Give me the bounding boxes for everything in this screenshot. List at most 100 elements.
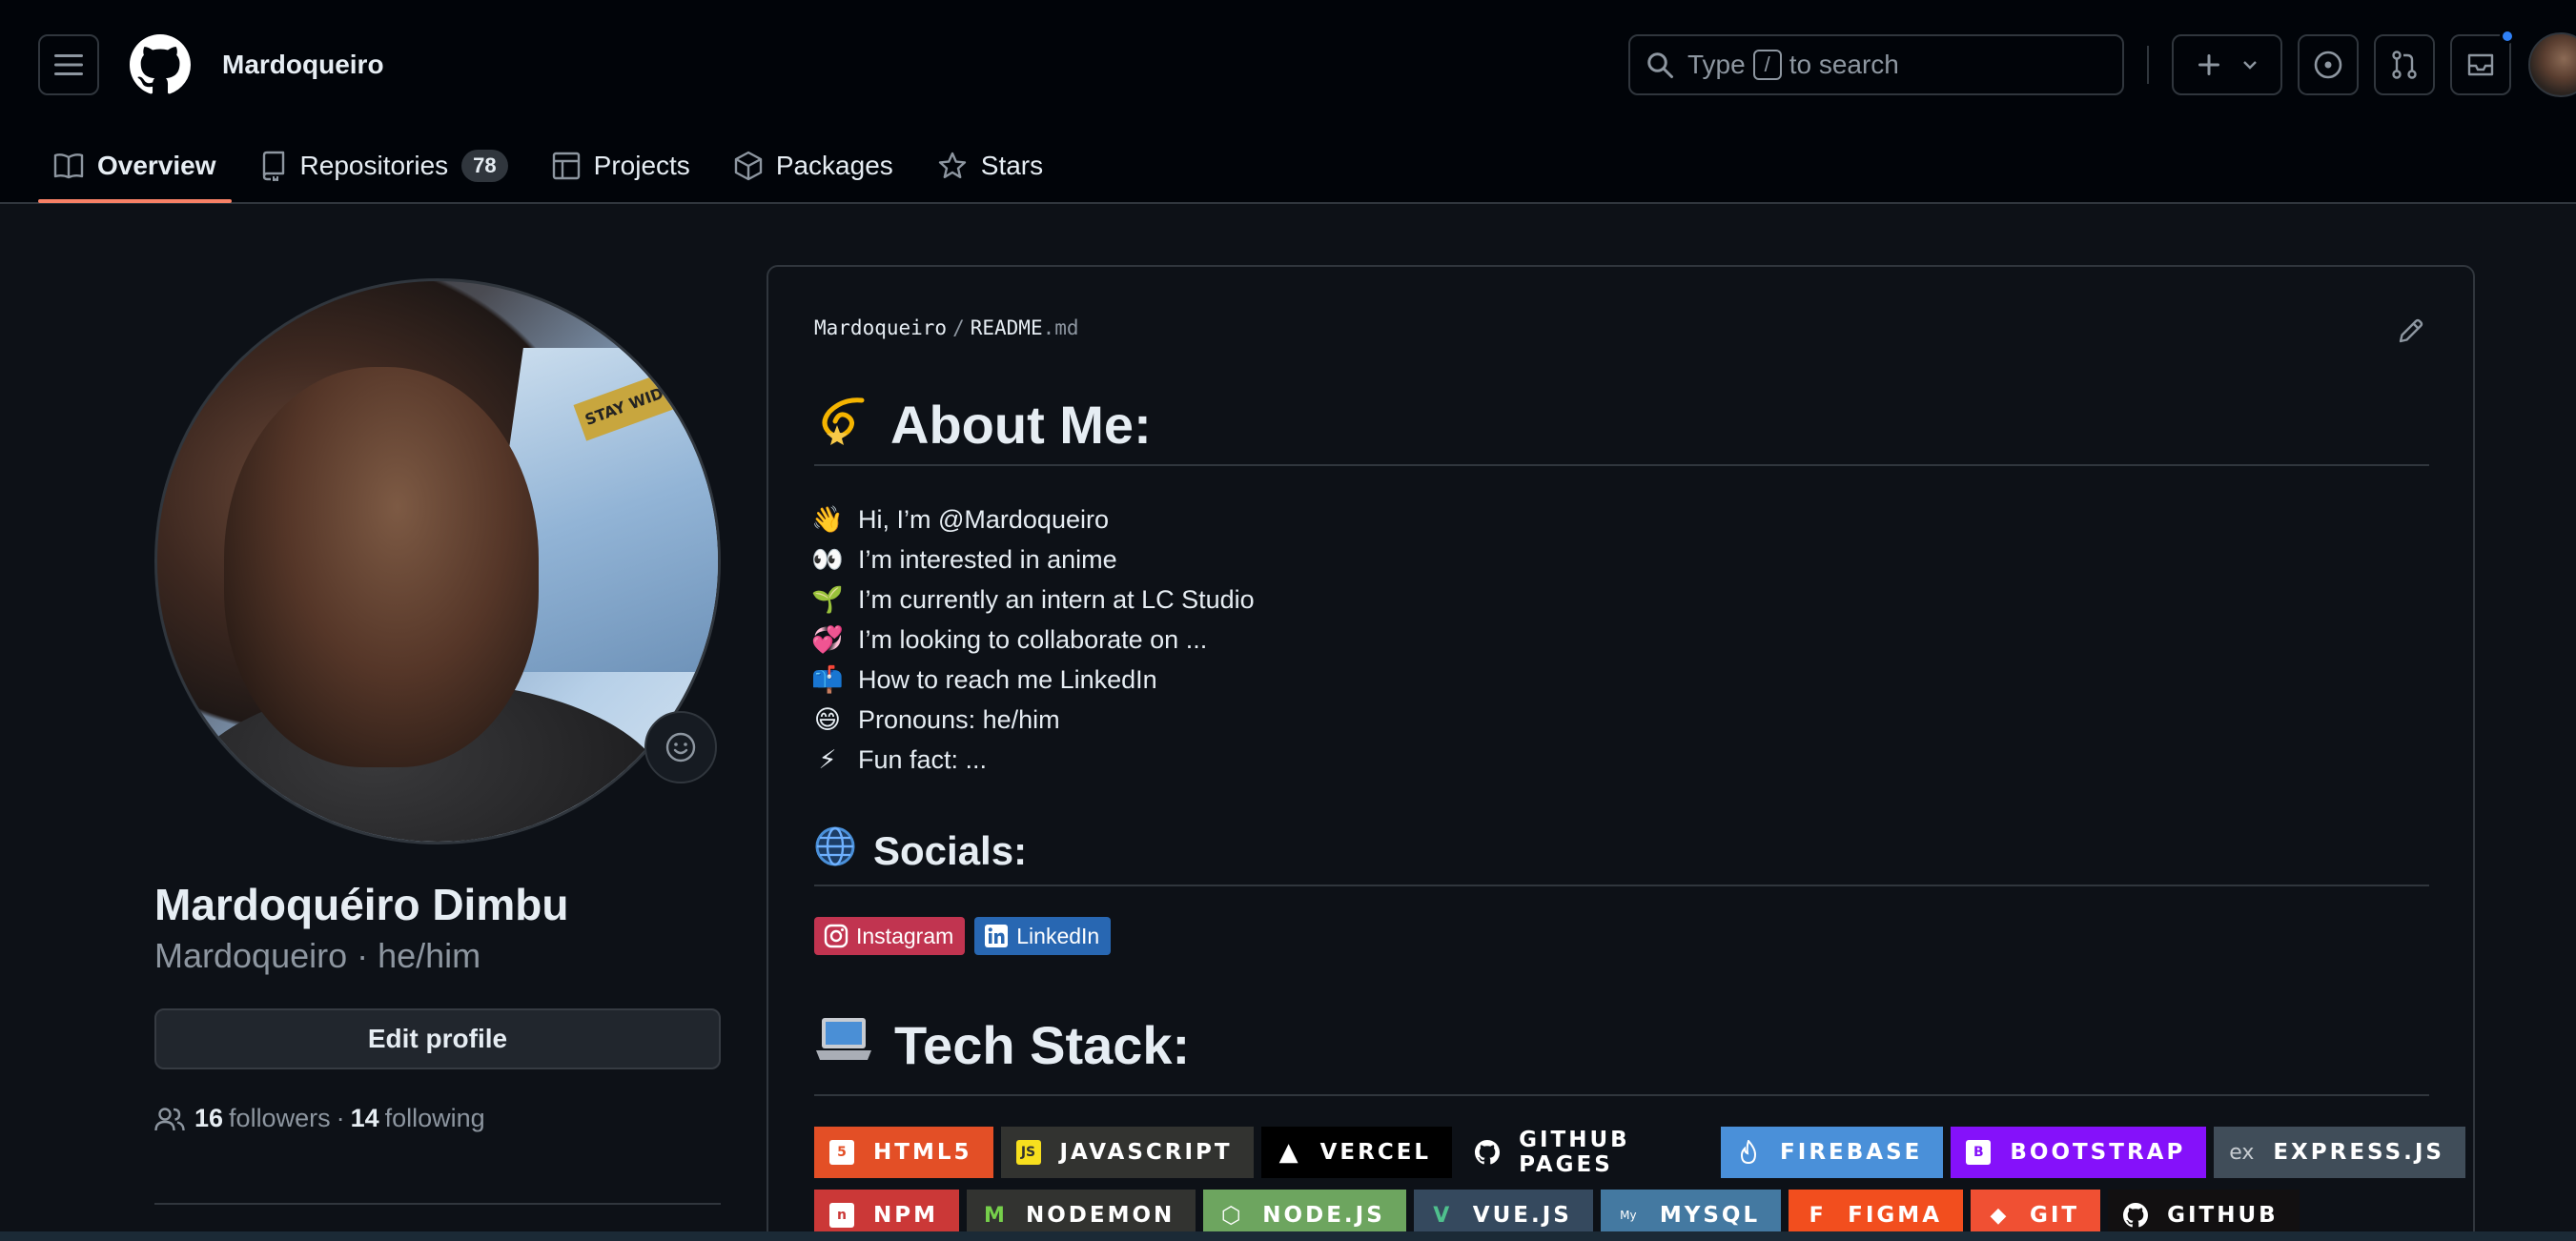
revolving-hearts-icon: 💞️ <box>811 625 844 654</box>
tech-heading: Tech Stack: <box>814 1014 1190 1076</box>
about-title: About Me: <box>890 395 1152 455</box>
socials-title: Socials: <box>873 828 1028 873</box>
github-pages-badge[interactable]: GITHUB PAGES <box>1460 1127 1714 1178</box>
menu-button[interactable] <box>38 34 99 95</box>
list-item: 💞️ I’m looking to collaborate on ... <box>811 620 1255 660</box>
header-divider <box>2147 46 2149 84</box>
header-username[interactable]: Mardoqueiro <box>222 50 384 80</box>
set-status-button[interactable] <box>644 711 717 783</box>
star-icon <box>938 152 966 178</box>
expressjs-badge[interactable]: ex EXPRESS.JS <box>2214 1127 2465 1178</box>
left-divider <box>154 1203 721 1205</box>
list-item: 👋 Hi, I’m @Mardoqueiro <box>811 499 1255 539</box>
tab-overview[interactable]: Overview <box>38 130 232 203</box>
follow-separator: · <box>336 1104 345 1132</box>
socials-rule <box>814 885 2429 886</box>
user-avatar-menu[interactable] <box>2528 32 2576 97</box>
firebase-badge[interactable]: FIREBASE <box>1721 1127 1944 1178</box>
search-shortcut-key: / <box>1752 50 1782 80</box>
bootstrap-badge[interactable]: B BOOTSTRAP <box>1951 1127 2207 1178</box>
tab-label: Stars <box>980 151 1044 180</box>
list-item-text: Pronouns: he/him <box>858 704 1060 734</box>
badge-label: NODE.JS <box>1262 1203 1385 1228</box>
tech-title: Tech Stack: <box>894 1015 1191 1075</box>
issue-opened-icon <box>2314 51 2342 79</box>
instagram-icon <box>824 924 848 948</box>
javascript-badge[interactable]: JS JAVASCRIPT <box>1000 1127 1254 1178</box>
socials-heading: Socials: <box>814 825 1027 877</box>
followers-count[interactable]: 16 <box>194 1104 223 1133</box>
people-icon <box>154 1107 185 1130</box>
tab-repositories[interactable]: Repositories 78 <box>245 130 523 202</box>
badge-label: FIGMA <box>1848 1203 1942 1228</box>
eyes-icon: 👀 <box>811 545 844 574</box>
instagram-badge[interactable]: Instagram <box>814 917 966 955</box>
express-icon: ex <box>2229 1140 2255 1165</box>
crumb-separator: / <box>952 316 965 339</box>
profile-fullname: Mardoquéiro Dimbu <box>154 880 569 929</box>
about-heading: About Me: <box>814 391 1152 458</box>
taskbar-edge <box>0 1231 2576 1241</box>
repositories-count-badge: 78 <box>461 150 508 182</box>
badge-label: GITHUB PAGES <box>1519 1128 1630 1177</box>
chevron-down-icon <box>2243 61 2257 70</box>
dizzy-icon <box>814 391 869 458</box>
tab-label: Repositories <box>299 151 449 180</box>
readme-repo-link[interactable]: Mardoqueiro <box>814 316 947 339</box>
create-new-button[interactable] <box>2172 34 2282 95</box>
book-icon <box>53 153 84 179</box>
list-item-text: I’m currently an intern at LC Studio <box>858 584 1255 614</box>
tab-label: Packages <box>775 151 893 180</box>
profile-subname: Mardoqueiro · he/him <box>154 936 481 975</box>
vercel-badge[interactable]: ▲ VERCEL <box>1260 1127 1453 1178</box>
list-item-text: Fun fact: ... <box>858 744 988 774</box>
pull-requests-button[interactable] <box>2374 34 2435 95</box>
github-logo-icon[interactable] <box>130 34 191 95</box>
vue-icon: V <box>1433 1203 1450 1228</box>
seedling-icon: 🌱 <box>811 585 844 614</box>
following-link[interactable]: following <box>385 1104 485 1133</box>
followers-link[interactable]: followers <box>229 1104 331 1133</box>
table-icon <box>552 152 580 180</box>
globe-icon <box>814 825 856 877</box>
search-input[interactable]: Type / to search <box>1628 34 2124 95</box>
edit-readme-button[interactable] <box>2397 316 2425 350</box>
badge-label: BOOTSTRAP <box>2010 1140 2186 1165</box>
vercel-icon: ▲ <box>1278 1138 1298 1167</box>
pencil-icon <box>2399 318 2423 343</box>
issues-button[interactable] <box>2298 34 2359 95</box>
laptop-icon <box>814 1014 873 1076</box>
git-pull-request-icon <box>2392 51 2417 79</box>
readme-file-name[interactable]: README <box>971 316 1043 339</box>
nodejs-icon: ⬡ <box>1220 1202 1241 1229</box>
readme-breadcrumb: Mardoqueiro / README.md <box>814 316 1079 339</box>
github-icon <box>1475 1140 1501 1165</box>
smile-icon: 😄 <box>813 704 842 734</box>
tab-projects[interactable]: Projects <box>537 130 705 202</box>
list-item-text: I’m interested in anime <box>858 544 1117 574</box>
badge-label: VERCEL <box>1319 1140 1432 1165</box>
list-item: ⚡ Fun fact: ... <box>814 740 1255 780</box>
lightning-icon: ⚡ <box>818 744 837 774</box>
html5-badge[interactable]: 5 HTML5 <box>814 1127 993 1178</box>
badge-label: VUE.JS <box>1472 1203 1572 1228</box>
tab-label: Projects <box>593 151 690 180</box>
list-item-text: Hi, I’m @Mardoqueiro <box>858 504 1109 534</box>
follow-stats: 16 followers · 14 following <box>154 1104 485 1133</box>
edit-profile-button[interactable]: Edit profile <box>154 1008 721 1069</box>
readme-panel: Mardoqueiro / README.md About Me: 👋 Hi, I’m… <box>767 265 2475 1241</box>
tab-stars[interactable]: Stars <box>922 130 1058 202</box>
waving-hand-icon: 👋 <box>811 505 844 534</box>
inbox-button[interactable] <box>2450 29 2515 95</box>
tech-badges-row-1: 5 HTML5 JS JAVASCRIPT ▲ VERCEL GITHUB PAGES… <box>814 1127 2473 1178</box>
badge-label: LinkedIn <box>1016 923 1100 948</box>
plus-icon <box>2198 54 2219 75</box>
tab-packages[interactable]: Packages <box>719 130 909 202</box>
smiley-icon <box>665 732 696 763</box>
readme-file-ext: .md <box>1042 316 1079 339</box>
following-count[interactable]: 14 <box>351 1104 379 1133</box>
linkedin-badge[interactable]: LinkedIn <box>974 917 1112 955</box>
badge-label: JAVASCRIPT <box>1059 1140 1233 1165</box>
search-prefix: Type <box>1687 50 1746 79</box>
profile-avatar[interactable]: STAY WIDE <box>154 278 721 844</box>
